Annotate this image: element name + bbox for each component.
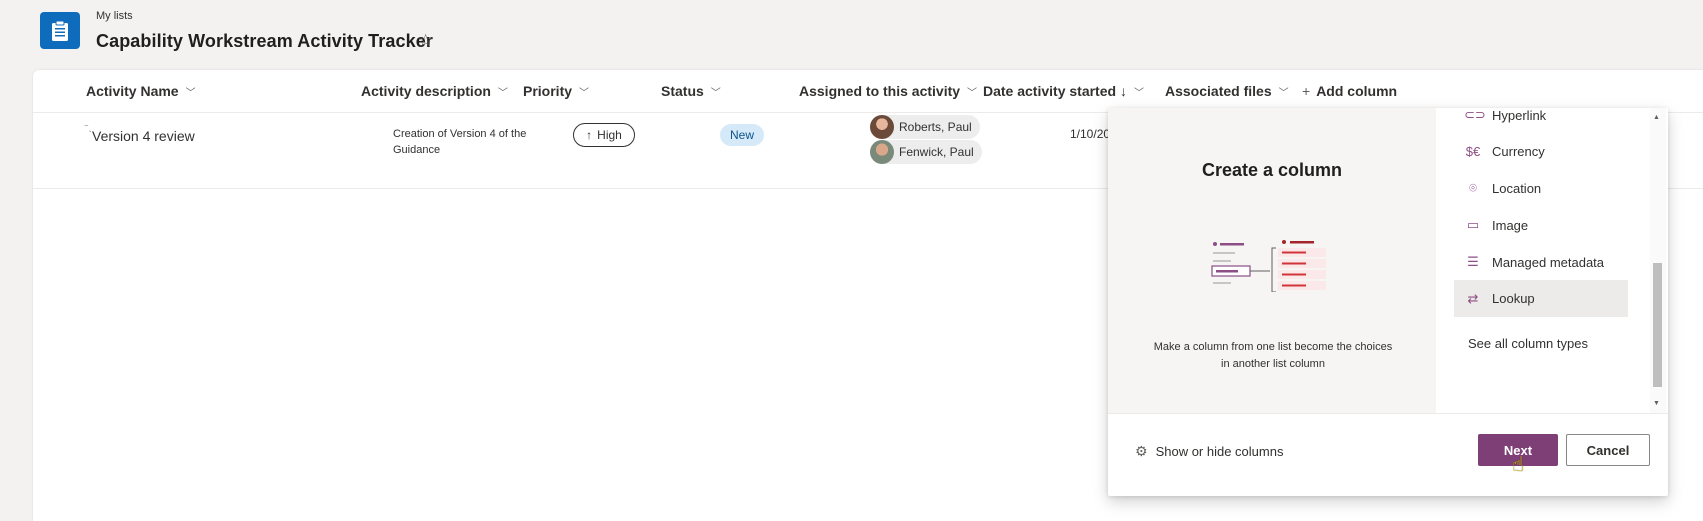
cancel-button[interactable]: Cancel — [1566, 434, 1650, 466]
column-type-list: ⊂⊃ Hyperlink $€ Currency ⌾ Location ▭ Im… — [1436, 108, 1636, 413]
scroll-up-icon[interactable]: ▲ — [1653, 114, 1660, 121]
column-header-assigned[interactable]: Assigned to this activity ﹀ — [799, 70, 977, 112]
column-type-label: Currency — [1492, 143, 1545, 159]
chevron-down-icon: ﹀ — [579, 87, 590, 99]
chevron-down-icon: ﹀ — [497, 87, 508, 99]
plus-icon: + — [1302, 83, 1311, 99]
column-type-label: Managed metadata — [1492, 254, 1605, 270]
description-cell: Creation of Version 4 of the Guidance — [393, 128, 527, 156]
currency-icon: $€ — [1465, 143, 1481, 159]
chevron-down-icon: ﹀ — [1278, 87, 1289, 99]
column-type-label: Hyperlink — [1492, 108, 1547, 123]
column-header-label: Activity description — [361, 83, 491, 99]
chevron-down-icon: ﹀ — [1133, 87, 1144, 99]
breadcrumb[interactable]: My lists — [96, 10, 133, 22]
column-header-associated-files[interactable]: Associated files ﹀ — [1165, 70, 1289, 112]
chevron-down-icon: ﹀ — [710, 87, 721, 99]
column-header-activity-name[interactable]: Activity Name ﹀ — [86, 70, 196, 112]
list-app-icon[interactable] — [40, 12, 80, 49]
panel-description: Make a column from one list become the c… — [1153, 341, 1393, 370]
priority-badge: ↑ High — [573, 123, 635, 147]
column-header-label: Status — [661, 83, 704, 99]
avatar — [870, 140, 894, 164]
person-chip[interactable]: Fenwick, Paul — [870, 140, 982, 164]
gear-icon: ⚙ — [1135, 443, 1148, 459]
column-type-label: Image — [1492, 217, 1529, 233]
column-type-location[interactable]: ⌾ Location — [1454, 168, 1628, 208]
column-type-managed-metadata[interactable]: ☰ Managed metadata — [1454, 242, 1628, 282]
image-icon: ▭ — [1466, 217, 1480, 232]
person-name: Roberts, Paul — [899, 120, 972, 134]
metadata-icon: ☰ — [1467, 254, 1479, 269]
person-chip[interactable]: Roberts, Paul — [870, 115, 980, 139]
link-icon: ⊂⊃ — [1464, 108, 1486, 122]
column-type-label: Location — [1492, 180, 1542, 196]
column-type-currency[interactable]: $€ Currency — [1454, 131, 1628, 171]
column-header-label: Date activity started ↓ — [983, 83, 1127, 99]
arrow-up-icon: ↑ — [586, 128, 593, 142]
chevron-down-icon: ﹀ — [185, 87, 196, 99]
person-name: Fenwick, Paul — [899, 145, 974, 159]
show-hide-columns-link[interactable]: ⚙ Show or hide columns — [1135, 443, 1283, 460]
column-type-label: Lookup — [1492, 291, 1535, 306]
add-column-label: Add column — [1316, 83, 1398, 99]
date-started-cell: 1/10/20 — [1070, 127, 1111, 141]
lookup-icon: ⇄ — [1467, 290, 1479, 306]
column-header-activity-description[interactable]: Activity description ﹀ — [361, 70, 508, 112]
page-title: Capability Workstream Activity Tracker — [96, 31, 433, 51]
see-all-column-types-link[interactable]: See all column types — [1468, 336, 1588, 351]
column-header-label: Activity Name — [86, 83, 179, 99]
column-type-image[interactable]: ▭ Image — [1454, 205, 1628, 245]
create-column-panel: Create a column Make a column from one l… — [1108, 108, 1668, 496]
activity-name-cell[interactable]: Version 4 review — [92, 128, 195, 144]
column-header-status[interactable]: Status ﹀ — [661, 70, 721, 112]
column-header-date-started[interactable]: Date activity started ↓ ﹀ — [983, 70, 1144, 112]
column-preview-pane: Create a column Make a column from one l… — [1108, 108, 1436, 413]
page-header: My lists Capability Workstream Activity … — [0, 0, 1703, 64]
panel-title: Create a column — [1201, 160, 1343, 180]
avatar — [870, 115, 894, 139]
new-item-icon: ⁻ˎ — [84, 122, 92, 132]
column-header-label: Assigned to this activity — [799, 83, 961, 99]
panel-divider — [1108, 413, 1668, 414]
chevron-down-icon: ﹀ — [967, 87, 978, 99]
add-column-button[interactable]: + Add column — [1302, 70, 1397, 112]
hand-cursor-icon: ☝ — [1512, 454, 1525, 476]
column-header-label: Associated files — [1165, 83, 1272, 99]
scrollbar-thumb[interactable] — [1653, 263, 1662, 387]
column-header-label: Priority — [523, 83, 573, 99]
scroll-down-icon[interactable]: ▼ — [1653, 400, 1660, 407]
star-icon[interactable]: ☆ — [418, 31, 433, 51]
show-hide-label: Show or hide columns — [1155, 444, 1284, 459]
column-header-priority[interactable]: Priority ﹀ — [523, 70, 589, 112]
column-type-lookup[interactable]: ⇄ Lookup — [1454, 280, 1628, 317]
status-badge: New — [720, 124, 765, 146]
priority-label: High — [597, 128, 622, 142]
location-icon: ⌾ — [1469, 180, 1477, 195]
lookup-illustration-icon — [1211, 240, 1326, 292]
